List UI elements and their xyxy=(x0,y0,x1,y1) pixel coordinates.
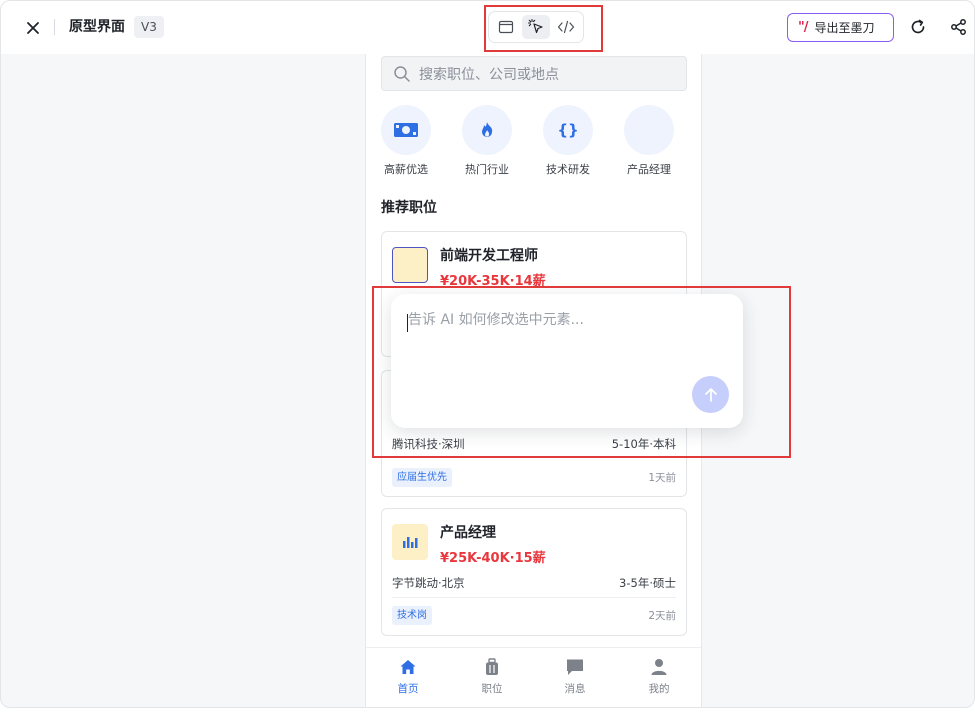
arrow-up-icon xyxy=(704,387,717,402)
page-title: 原型界面 xyxy=(69,19,125,35)
category-high-salary[interactable]: 高薪优选 xyxy=(368,105,444,177)
nav-label: 我的 xyxy=(648,683,670,695)
preview-icon xyxy=(498,20,514,34)
job-requirement: 3-5年·硕士 xyxy=(619,576,676,590)
share-icon[interactable] xyxy=(949,17,969,37)
nav-label: 消息 xyxy=(564,683,586,695)
braces-icon: {} xyxy=(543,105,593,155)
company-location: 腾讯科技·深圳 xyxy=(392,437,465,451)
category-label: 高薪优选 xyxy=(384,163,428,176)
bottom-nav: 首页 职位 消息 我的 xyxy=(366,647,701,707)
job-tag: 应届生优先 xyxy=(392,468,452,487)
nav-profile[interactable]: 我的 xyxy=(629,658,689,696)
briefcase-icon xyxy=(486,658,498,675)
category-label: 产品经理 xyxy=(627,163,671,176)
job-tag: 技术岗 xyxy=(392,606,432,625)
user-icon xyxy=(651,659,667,675)
export-label: 导出至墨刀 xyxy=(814,21,875,35)
nav-jobs[interactable]: 职位 xyxy=(462,658,522,696)
code-icon xyxy=(557,20,575,34)
category-tech-rd[interactable]: {} 技术研发 xyxy=(530,105,606,177)
app-window: 原型界面 V3 "/ 导出至墨刀 搜索职位、公司或地点 高薪优选 热门行业 {}… xyxy=(0,0,975,708)
version-badge[interactable]: V3 xyxy=(134,16,164,38)
search-placeholder: 搜索职位、公司或地点 xyxy=(419,66,559,83)
search-bar[interactable]: 搜索职位、公司或地点 xyxy=(381,56,687,91)
divider xyxy=(392,457,676,458)
job-salary: ¥25K-40K·15薪 xyxy=(440,551,546,566)
category-label: 热门行业 xyxy=(465,163,509,176)
message-icon xyxy=(567,659,583,675)
nav-messages[interactable]: 消息 xyxy=(545,658,605,696)
section-title: 推荐职位 xyxy=(381,200,437,216)
bar-chart-icon xyxy=(403,537,418,548)
divider xyxy=(392,597,676,598)
nav-home[interactable]: 首页 xyxy=(378,658,438,696)
send-button[interactable] xyxy=(692,376,729,413)
company-logo xyxy=(392,247,428,283)
nav-label: 职位 xyxy=(481,683,503,695)
company-location: 字节跳动·北京 xyxy=(392,576,465,590)
code-mode-button[interactable] xyxy=(552,15,580,39)
job-card[interactable]: 产品经理 ¥25K-40K·15薪 字节跳动·北京 3-5年·硕士 技术岗 2天… xyxy=(381,508,687,636)
company-logo xyxy=(392,524,428,560)
job-requirement: 5-10年·本科 xyxy=(611,437,676,451)
export-to-modao-button[interactable]: "/ 导出至墨刀 xyxy=(787,13,894,42)
mode-switcher xyxy=(488,11,584,43)
fire-icon xyxy=(482,122,493,137)
job-title: 前端开发工程师 xyxy=(440,248,538,264)
category-hot-industry[interactable]: 热门行业 xyxy=(449,105,525,177)
home-icon xyxy=(400,660,416,674)
money-icon xyxy=(394,123,418,137)
search-icon xyxy=(394,65,410,82)
top-bar: 原型界面 V3 "/ 导出至墨刀 xyxy=(1,1,974,54)
preview-mode-button[interactable] xyxy=(492,15,520,39)
category-label: 技术研发 xyxy=(546,163,590,176)
divider xyxy=(54,19,55,35)
select-mode-button[interactable] xyxy=(522,15,550,39)
post-time: 2天前 xyxy=(648,610,676,622)
close-icon[interactable] xyxy=(23,18,43,38)
category-product-manager[interactable]: 产品经理 xyxy=(611,105,687,177)
nav-label: 首页 xyxy=(397,683,419,695)
job-salary: ¥20K-35K·14薪 xyxy=(440,274,546,289)
post-time: 1天前 xyxy=(648,472,676,484)
job-title: 产品经理 xyxy=(440,525,496,541)
select-cursor-icon xyxy=(527,18,543,34)
ai-edit-popup xyxy=(391,294,743,428)
ai-prompt-input[interactable] xyxy=(408,312,708,328)
refresh-icon[interactable] xyxy=(908,17,928,37)
modao-logo-icon: "/ xyxy=(798,20,808,35)
